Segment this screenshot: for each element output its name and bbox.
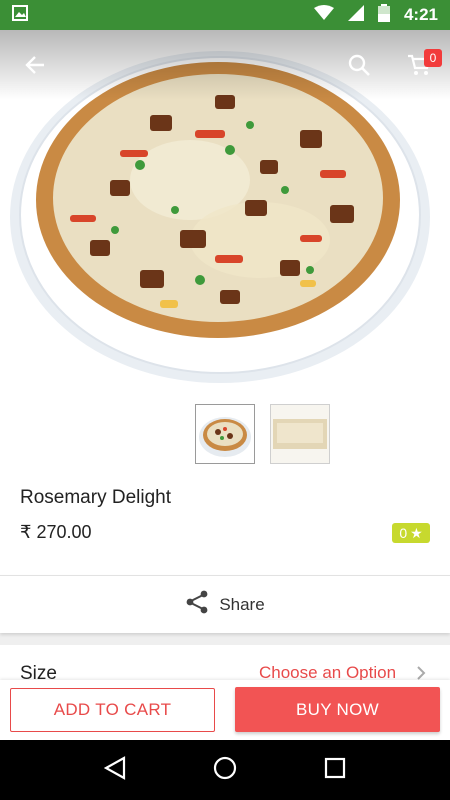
battery-icon [377,3,390,27]
cart-count-badge: 0 [424,49,442,67]
thumbnail-pizza[interactable] [195,404,255,464]
product-price: ₹ 270.00 [20,522,92,542]
thumbnail-pizza-closeup[interactable] [270,404,330,464]
buy-now-button[interactable]: BUY NOW [235,687,440,732]
wifi-icon [313,4,334,26]
nav-home-icon[interactable] [213,756,237,785]
back-arrow-icon[interactable] [20,50,50,80]
share-label: Share [219,594,265,614]
status-bar: 4:21 [0,0,450,30]
signal-icon [347,4,364,26]
product-image[interactable]: 0 [0,30,450,385]
image-notification-icon [12,4,28,26]
rating-value: 0 [399,525,408,541]
product-info: Rosemary Delight ₹ 270.00 0 ★ [0,465,450,575]
nav-recents-icon[interactable] [324,757,346,784]
share-button[interactable]: Share [0,575,450,633]
search-icon[interactable] [344,50,374,80]
image-thumbnail-strip [0,385,450,465]
star-icon: ★ [410,524,423,541]
nav-back-icon[interactable] [103,755,126,785]
toolbar-shade [0,30,450,100]
rating-badge: 0 ★ [392,523,430,543]
add-to-cart-button[interactable]: ADD TO CART [10,688,215,732]
product-detail-screen: 4:21 0 Rosemary Delight ₹ 270.00 0 ★ Sha… [0,0,450,800]
product-name: Rosemary Delight [20,487,171,508]
share-icon [185,590,209,619]
bottom-action-bar: ADD TO CART BUY NOW [0,680,450,740]
status-time: 4:21 [403,5,438,24]
navigation-bar [0,740,450,800]
